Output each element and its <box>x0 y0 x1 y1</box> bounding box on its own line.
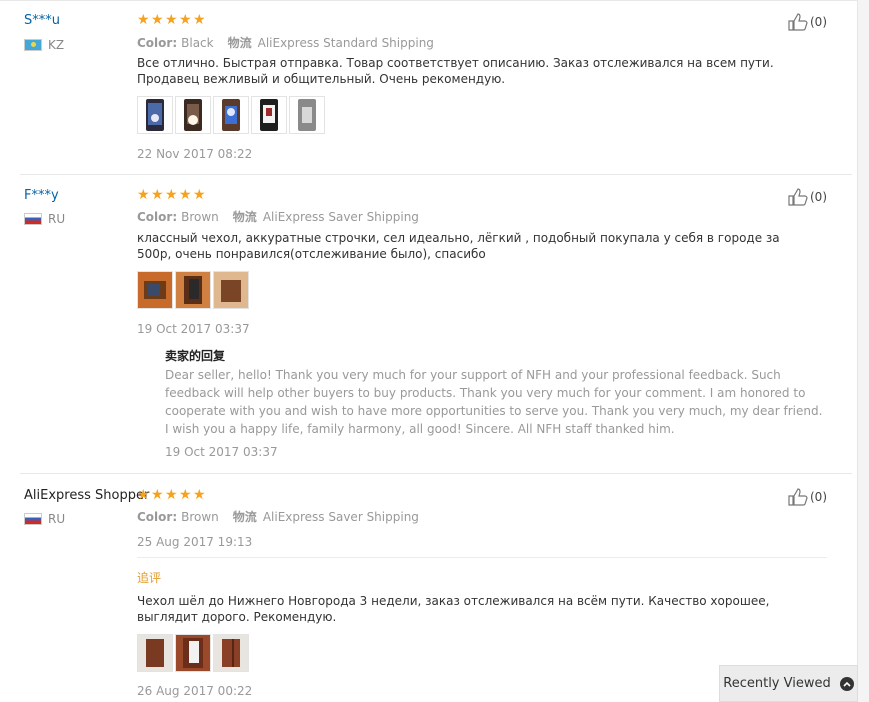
color-value: Brown <box>181 209 219 224</box>
recently-viewed-label: Recently Viewed <box>723 676 831 691</box>
like-button[interactable]: (0) <box>788 188 827 206</box>
review-date: 25 Aug 2017 19:13 <box>137 535 253 549</box>
country-code: RU <box>48 512 66 526</box>
like-count: (0) <box>810 15 827 29</box>
rating-stars: ★ ★ ★ ★ ★ <box>137 11 206 27</box>
followup-text: Чехол шёл до Нижнего Новгорода 3 недели,… <box>137 594 770 624</box>
review-divider <box>20 473 852 474</box>
review-text: Все отлично. Быстрая отправка. Товар соо… <box>137 56 774 86</box>
rating-stars: ★ ★ ★ ★ ★ <box>137 186 206 202</box>
star-icon: ★ <box>165 486 178 502</box>
chevron-up-icon <box>839 676 854 691</box>
shipping-label: 物流 <box>227 36 252 50</box>
followup-title: 追评 <box>137 571 162 585</box>
like-count: (0) <box>810 490 827 504</box>
country-code: RU <box>48 212 66 226</box>
shipping-label: 物流 <box>232 510 257 524</box>
review-photos <box>137 271 249 309</box>
followup-photos <box>137 634 249 672</box>
order-info: Color: Brown 物流 AliExpress Saver Shippin… <box>137 508 419 525</box>
review-photo[interactable] <box>175 271 211 309</box>
rating-stars: ★ ★ ★ ★ ★ <box>137 486 206 502</box>
star-icon: ★ <box>193 486 206 502</box>
review-photo[interactable] <box>251 96 287 134</box>
like-button[interactable]: (0) <box>788 13 827 31</box>
reviewer-name[interactable]: AliExpress Shopper <box>24 488 149 503</box>
shipping-method: AliExpress Saver Shipping <box>262 509 419 524</box>
star-icon: ★ <box>137 186 150 202</box>
reviewer-country: RU <box>24 212 65 226</box>
review-photo[interactable] <box>213 634 249 672</box>
reviewer-name[interactable]: S***u <box>24 13 60 28</box>
star-icon: ★ <box>137 486 150 502</box>
recently-viewed-button[interactable]: Recently Viewed <box>719 665 858 702</box>
color-value: Brown <box>181 509 219 524</box>
shipping-label: 物流 <box>232 210 257 224</box>
review-photo[interactable] <box>289 96 325 134</box>
reviewer-name[interactable]: F***y <box>24 188 59 203</box>
review-photo[interactable] <box>137 271 173 309</box>
star-icon: ★ <box>193 186 206 202</box>
review-text: классный чехол, аккуратные строчки, сел … <box>137 231 780 261</box>
scrollbar[interactable] <box>857 0 869 702</box>
star-icon: ★ <box>151 11 164 27</box>
shipping-method: AliExpress Standard Shipping <box>257 35 434 50</box>
star-icon: ★ <box>179 11 192 27</box>
review-photo[interactable] <box>175 96 211 134</box>
review-date: 19 Oct 2017 03:37 <box>137 322 250 336</box>
star-icon: ★ <box>179 486 192 502</box>
kz-flag-icon <box>24 39 42 51</box>
color-label: Color: <box>137 209 178 224</box>
order-info: Color: Black 物流 AliExpress Standard Ship… <box>137 34 434 51</box>
star-icon: ★ <box>193 11 206 27</box>
like-count: (0) <box>810 190 827 204</box>
top-border <box>0 0 869 1</box>
ru-flag-icon <box>24 213 42 225</box>
color-value: Black <box>181 35 214 50</box>
order-info: Color: Brown 物流 AliExpress Saver Shippin… <box>137 208 419 225</box>
seller-reply-text: Dear seller, hello! Thank you very much … <box>165 368 823 436</box>
star-icon: ★ <box>151 486 164 502</box>
star-icon: ★ <box>165 11 178 27</box>
review-photo[interactable] <box>213 96 249 134</box>
seller-reply-date: 19 Oct 2017 03:37 <box>165 445 278 459</box>
review-photo[interactable] <box>213 271 249 309</box>
review-date: 22 Nov 2017 08:22 <box>137 147 253 161</box>
thumbs-up-icon <box>788 188 808 206</box>
followup-date: 26 Aug 2017 00:22 <box>137 684 253 698</box>
review-photos <box>137 96 325 134</box>
star-icon: ★ <box>137 11 150 27</box>
thumbs-up-icon <box>788 488 808 506</box>
color-label: Color: <box>137 509 178 524</box>
star-icon: ★ <box>165 186 178 202</box>
star-icon: ★ <box>179 186 192 202</box>
review-photo[interactable] <box>137 96 173 134</box>
followup-divider <box>137 557 827 558</box>
ru-flag-icon <box>24 513 42 525</box>
country-code: KZ <box>48 38 65 52</box>
seller-reply-title: 卖家的回复 <box>165 349 226 363</box>
star-icon: ★ <box>151 186 164 202</box>
shipping-method: AliExpress Saver Shipping <box>262 209 419 224</box>
thumbs-up-icon <box>788 13 808 31</box>
reviewer-country: KZ <box>24 38 64 52</box>
review-divider <box>20 174 852 175</box>
color-label: Color: <box>137 35 178 50</box>
review-photo[interactable] <box>137 634 173 672</box>
reviewer-country: RU <box>24 512 65 526</box>
review-photo[interactable] <box>175 634 211 672</box>
like-button[interactable]: (0) <box>788 488 827 506</box>
